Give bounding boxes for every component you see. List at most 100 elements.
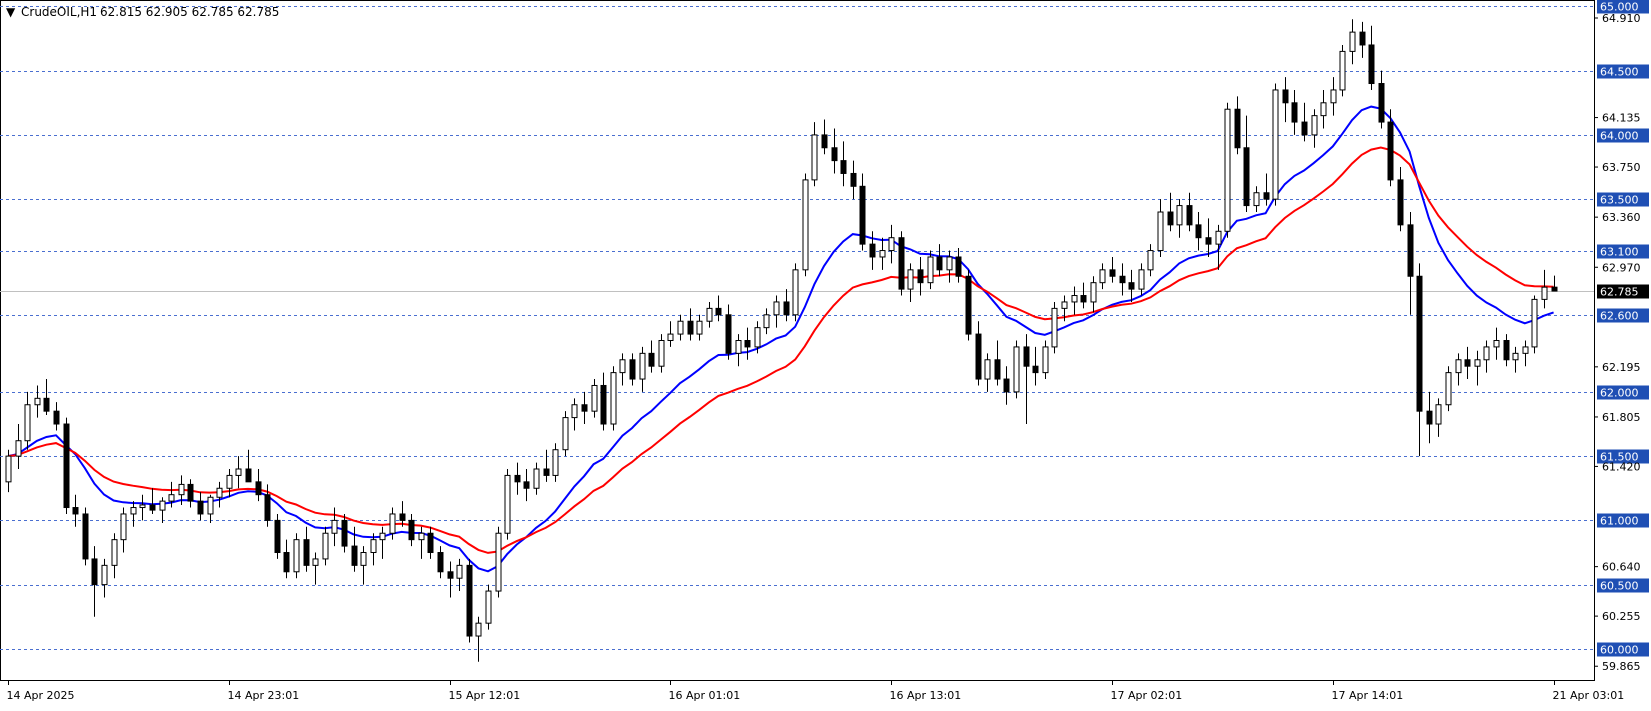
candle-body xyxy=(543,468,550,476)
candle-body xyxy=(1109,269,1116,277)
candle-body xyxy=(792,269,799,316)
candle-body xyxy=(1378,83,1385,123)
candle-body xyxy=(879,250,886,258)
candle-body xyxy=(341,519,348,547)
level-label-6: 62.000 xyxy=(1600,387,1639,400)
candle-body xyxy=(1032,365,1039,374)
candle-body xyxy=(840,160,847,174)
candle-body xyxy=(1426,410,1433,425)
candle-body xyxy=(927,256,934,284)
chart-background xyxy=(0,0,1651,707)
candle-body xyxy=(639,352,646,380)
candle xyxy=(1013,340,1020,399)
candle xyxy=(466,558,473,643)
candle-body xyxy=(447,571,454,579)
price-tick-label-7: 61.420 xyxy=(1602,460,1641,473)
candle-body xyxy=(226,474,233,489)
time-tick-label-4: 16 Apr 13:01 xyxy=(890,689,962,702)
candle-body xyxy=(427,532,434,554)
candle-body xyxy=(1253,192,1260,207)
chart-window: 65.000 64.500 64.000 63.500 63.100 62.600 62.0… xyxy=(0,0,1651,707)
candle-body xyxy=(139,504,146,509)
candle-body xyxy=(504,474,511,534)
candle-body xyxy=(907,269,914,290)
level-label-1: 64.500 xyxy=(1600,66,1639,79)
candle-body xyxy=(1272,89,1279,200)
candle-body xyxy=(1493,340,1500,348)
candle-body xyxy=(43,397,50,412)
candle-body xyxy=(1320,102,1327,117)
price-chart: 65.00064.50064.00063.50063.10062.60062.0… xyxy=(0,0,1651,707)
candle-body xyxy=(1282,89,1289,104)
candle-body xyxy=(946,256,953,271)
candle-body xyxy=(1243,147,1250,207)
candle-body xyxy=(187,483,194,502)
candle-body xyxy=(1205,237,1212,245)
candle-body xyxy=(811,134,818,181)
price-tick-label-8: 60.640 xyxy=(1602,561,1641,574)
candle-body xyxy=(1128,282,1135,290)
candle-body xyxy=(63,423,70,509)
candle-body xyxy=(802,179,809,271)
price-tick-label-6: 61.805 xyxy=(1602,411,1641,424)
chart-header-arrow[interactable]: ▼ xyxy=(6,5,16,19)
candle-body xyxy=(1263,192,1270,200)
candle-body xyxy=(1483,346,1490,361)
candle-body xyxy=(485,590,492,624)
level-label-4: 63.100 xyxy=(1600,246,1639,259)
candle-body xyxy=(34,397,41,406)
candle-body xyxy=(101,564,108,586)
candle-body xyxy=(994,359,1001,380)
candle-body xyxy=(24,404,31,442)
candle-body xyxy=(591,384,598,412)
level-label-3: 63.500 xyxy=(1600,194,1639,207)
candle-body xyxy=(1099,269,1106,284)
candle-body xyxy=(264,494,271,521)
candle-body xyxy=(274,519,281,554)
candle-body xyxy=(418,532,425,541)
candle xyxy=(1339,44,1346,97)
candle xyxy=(63,417,70,514)
candle-body xyxy=(120,513,127,541)
level-label-9: 60.500 xyxy=(1600,580,1639,593)
candle-body xyxy=(735,340,742,354)
candle xyxy=(504,468,511,540)
candle-body xyxy=(399,513,406,521)
candle-body xyxy=(91,558,98,586)
candle-body xyxy=(1157,211,1164,252)
price-tick-label-5: 62.195 xyxy=(1602,361,1641,374)
candle-body xyxy=(168,494,175,502)
level-label-10: 60.000 xyxy=(1600,644,1639,657)
candle-body xyxy=(552,449,559,476)
candle xyxy=(562,411,569,457)
candle-body xyxy=(1071,295,1078,303)
candle-body xyxy=(322,532,329,560)
candle-body xyxy=(667,333,674,341)
candle-body xyxy=(965,275,972,335)
candle xyxy=(802,173,809,277)
candle xyxy=(495,526,502,598)
candle-body xyxy=(370,539,377,554)
candle-body xyxy=(1051,307,1058,348)
price-tick-label-10: 59.865 xyxy=(1602,660,1641,673)
candle-body xyxy=(773,301,780,316)
candle-body xyxy=(1397,179,1404,226)
candle-body xyxy=(1359,31,1366,46)
candle-body xyxy=(178,483,185,496)
candle-body xyxy=(379,532,386,541)
candle-body xyxy=(235,468,242,476)
candle-body xyxy=(1407,224,1414,277)
candle-body xyxy=(1339,50,1346,91)
candle-body xyxy=(850,172,857,187)
candle-body xyxy=(283,552,290,573)
candle-body xyxy=(331,519,338,534)
candle-body xyxy=(1330,89,1337,104)
candle xyxy=(792,263,799,322)
candle-body xyxy=(917,269,924,284)
candle-body xyxy=(5,455,12,483)
candle-body xyxy=(687,320,694,335)
candle-body xyxy=(475,622,482,637)
candle-body xyxy=(821,134,828,149)
candle xyxy=(965,269,972,341)
candle-body xyxy=(1195,224,1202,239)
